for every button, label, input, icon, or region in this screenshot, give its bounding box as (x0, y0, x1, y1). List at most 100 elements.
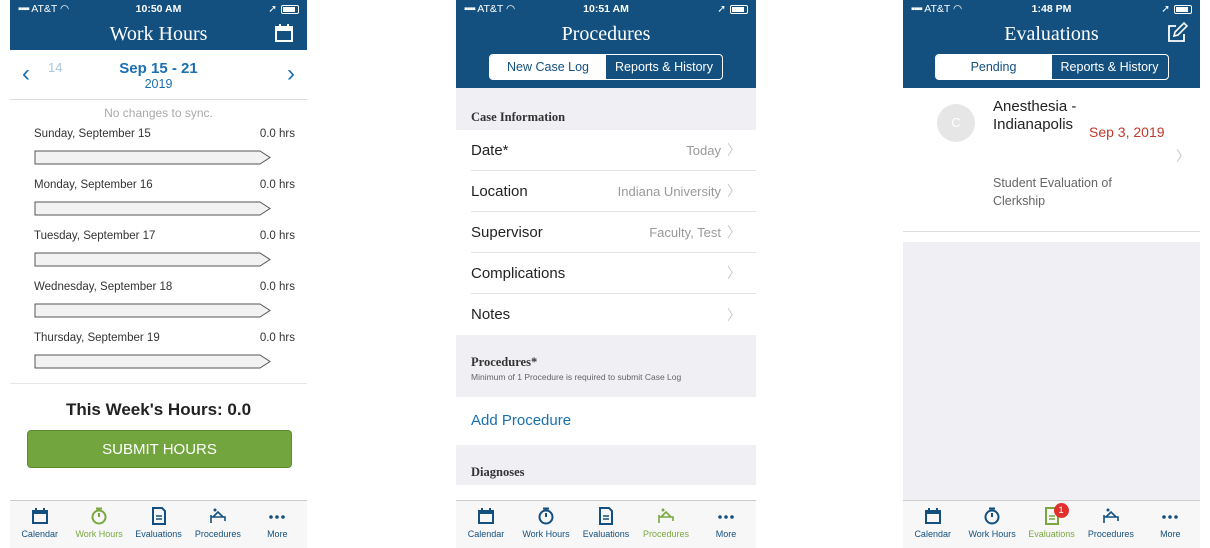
tab-label: Work Hours (522, 529, 570, 539)
status-bar: ▪▪▪▪ AT&T ◠ 1:48 PM ➚ (903, 0, 1200, 18)
notes-row[interactable]: Notes 〉 (471, 294, 756, 335)
compose-icon[interactable] (1166, 22, 1188, 44)
previous-week-icon[interactable]: ‹ (22, 60, 30, 88)
tab-label: More (715, 529, 737, 539)
header: ▪▪▪▪ AT&T ◠ 1:48 PM ➚ Evaluations Pendin… (903, 0, 1200, 88)
tab-calendar[interactable]: Calendar (10, 501, 69, 548)
signal-icon: ▪▪▪▪ (464, 3, 476, 15)
chevron-right-icon: 〉 (727, 142, 741, 158)
segment-pending[interactable]: Pending (935, 55, 1052, 79)
segment-new-case-log[interactable]: New Case Log (490, 55, 606, 79)
signal-icon: ▪▪▪▪ (18, 3, 30, 15)
tab-more[interactable]: More (1141, 501, 1200, 548)
page-title: Procedures (561, 23, 651, 45)
evaluation-subtitle: Student Evaluation of Clerkship (993, 176, 1112, 208)
segment-reports-history[interactable]: Reports & History (606, 55, 722, 79)
day-label: Tuesday, September 17 (34, 230, 156, 242)
tab-label: Evaluations (582, 529, 630, 539)
tab-evaluations[interactable]: Evaluations (576, 501, 636, 548)
document-icon (599, 507, 613, 525)
row-value: Indiana University (617, 184, 721, 199)
calendar-icon (478, 508, 494, 524)
procedure-bed-icon (210, 508, 226, 523)
tab-label: Evaluations (135, 529, 182, 539)
hours-slider[interactable] (34, 201, 272, 216)
location-icon: ➚ (717, 3, 726, 15)
chevron-right-icon: 〉 (727, 306, 741, 323)
header: ▪▪▪▪ AT&T ◠ 10:50 AM ➚ Work Hours (10, 0, 307, 50)
calendar-icon[interactable] (273, 22, 295, 44)
tab-label: More (267, 529, 288, 539)
tab-work-hours[interactable]: Work Hours (962, 501, 1021, 548)
chevron-right-icon: 〉 (1176, 148, 1190, 164)
tab-label: Procedures (194, 529, 241, 539)
evaluations-screen: ▪▪▪▪ AT&T ◠ 1:48 PM ➚ Evaluations Pendin… (903, 0, 1200, 548)
procedure-bed-icon (1103, 508, 1119, 523)
empty-list-area (903, 242, 1200, 500)
tab-evaluations[interactable]: 1 Evaluations (1022, 501, 1081, 548)
divider (10, 383, 307, 384)
avatar: C (937, 104, 975, 142)
tab-more[interactable]: More (696, 501, 756, 548)
day-label: Thursday, September 19 (34, 332, 160, 344)
submit-hours-button[interactable]: SUBMIT HOURS (27, 430, 292, 468)
tab-label: Work Hours (75, 529, 123, 539)
carrier-label: AT&T (31, 3, 58, 15)
tab-evaluations[interactable]: Evaluations (129, 501, 188, 548)
hours-slider[interactable] (34, 150, 272, 165)
hours-slider[interactable] (34, 303, 272, 318)
more-icon (1162, 515, 1179, 519)
stopwatch-icon (91, 507, 107, 525)
day-entry-thursday: Thursday, September 19 0.0 hrs (10, 328, 307, 379)
calendar-icon (924, 508, 941, 524)
day-entry-wednesday: Wednesday, September 18 0.0 hrs (10, 277, 307, 328)
tab-calendar[interactable]: Calendar (903, 501, 962, 548)
location-icon: ➚ (268, 3, 277, 15)
wifi-icon: ◠ (60, 3, 70, 15)
tab-work-hours[interactable]: Work Hours (516, 501, 576, 548)
week-year: 2019 (144, 77, 173, 91)
battery-icon (730, 4, 748, 14)
calendar-icon (31, 508, 48, 524)
tab-procedures[interactable]: Procedures (1081, 501, 1140, 548)
tab-bar: Calendar Work Hours Evaluations Procedur… (456, 500, 756, 548)
header: ▪▪▪▪ AT&T ◠ 10:51 AM ➚ Procedures New Ca… (456, 0, 756, 88)
battery-icon (281, 4, 299, 14)
tab-label: Procedures (642, 529, 690, 539)
document-icon (151, 507, 166, 525)
wifi-icon: ◠ (953, 3, 963, 15)
day-entry-tuesday: Tuesday, September 17 0.0 hrs (10, 226, 307, 277)
tab-more[interactable]: More (248, 501, 307, 548)
chevron-right-icon: 〉 (727, 224, 741, 240)
tab-work-hours[interactable]: Work Hours (69, 501, 128, 548)
signal-icon: ▪▪▪▪ (911, 3, 923, 15)
section-header-case-information: Case Information (456, 88, 756, 130)
segment-reports-history[interactable]: Reports & History (1052, 55, 1168, 79)
supervisor-row[interactable]: Supervisor Faculty, Test 〉 (471, 212, 756, 253)
date-row[interactable]: Date* Today 〉 (471, 130, 756, 171)
status-bar: ▪▪▪▪ AT&T ◠ 10:51 AM ➚ (456, 0, 756, 18)
complications-row[interactable]: Complications 〉 (471, 253, 756, 294)
tab-procedures[interactable]: Procedures (188, 501, 247, 548)
carrier-label: AT&T (924, 3, 951, 15)
evaluation-list-item[interactable]: C Anesthesia - Indianapolis Sep 3, 2019 … (903, 88, 1200, 232)
hours-slider[interactable] (34, 252, 272, 267)
procedures-header-label: Procedures* (471, 355, 538, 369)
status-time: 10:50 AM (135, 3, 182, 15)
procedure-bed-icon (658, 508, 674, 523)
page-title: Work Hours (109, 23, 208, 45)
tab-procedures[interactable]: Procedures (636, 501, 696, 548)
day-hours: 0.0 hrs (259, 179, 295, 191)
location-row[interactable]: Location Indiana University 〉 (471, 171, 756, 212)
chevron-right-icon: 〉 (727, 183, 741, 199)
add-procedure-link[interactable]: Add Procedure (456, 397, 756, 445)
more-icon (718, 515, 734, 519)
row-label: Supervisor (471, 223, 543, 241)
day-hours: 0.0 hrs (259, 281, 295, 293)
evaluation-date: Sep 3, 2019 (1089, 124, 1165, 140)
status-bar: ▪▪▪▪ AT&T ◠ 10:50 AM ➚ (10, 0, 307, 18)
week-total: This Week's Hours: 0.0 (65, 400, 252, 419)
tab-calendar[interactable]: Calendar (456, 501, 516, 548)
hours-slider[interactable] (34, 354, 272, 369)
next-week-icon[interactable]: › (287, 60, 295, 88)
